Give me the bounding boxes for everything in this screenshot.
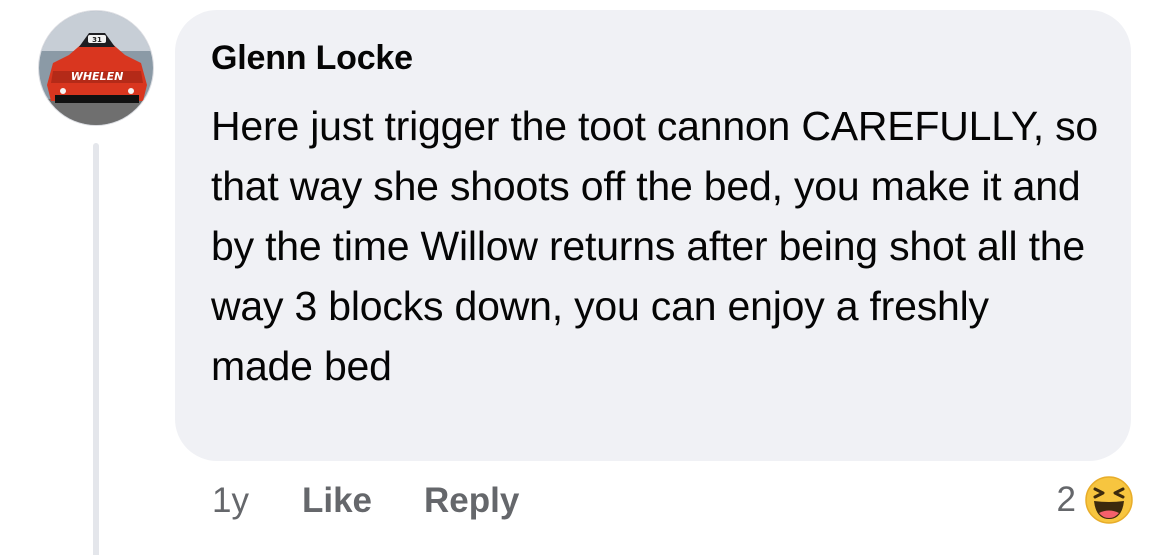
thread-line	[93, 143, 99, 555]
reaction-count: 2	[1056, 480, 1076, 519]
comment-timestamp[interactable]: 1y	[212, 481, 249, 521]
comment-text: Here just trigger the toot cannon CAREFU…	[211, 103, 1098, 389]
avatar[interactable]: WHELEN 31	[38, 10, 154, 126]
race-car-avatar-icon: WHELEN 31	[39, 11, 153, 125]
svg-text:31: 31	[92, 36, 102, 44]
comment-actions: 1y Like Reply	[212, 478, 519, 524]
like-button[interactable]: Like	[302, 481, 372, 521]
reactions-summary[interactable]: 2	[1057, 474, 1134, 526]
comment-author[interactable]: Glenn Locke	[211, 38, 1101, 78]
haha-laughing-emoji-icon	[1084, 475, 1134, 525]
svg-text:WHELEN: WHELEN	[71, 70, 124, 83]
comment-bubble: Glenn Locke Here just trigger the toot c…	[175, 10, 1131, 461]
reply-button[interactable]: Reply	[424, 481, 519, 521]
